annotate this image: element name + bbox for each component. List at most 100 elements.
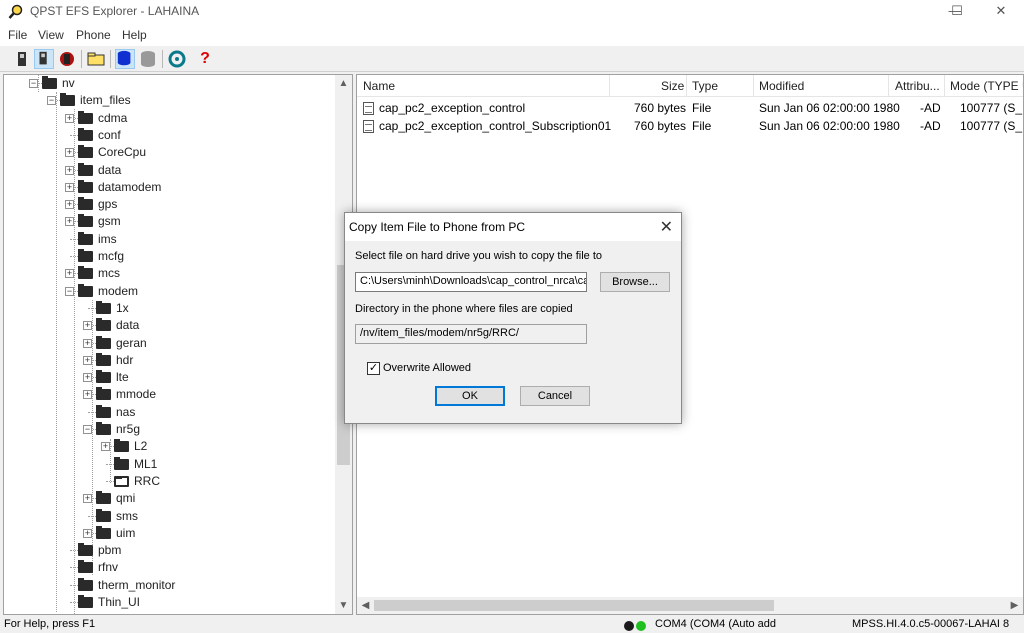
expand-icon[interactable]: + xyxy=(65,217,74,227)
tree-item-mmode[interactable]: + mmode xyxy=(4,386,334,403)
tree-item-item_files[interactable]: − item_files xyxy=(4,92,334,109)
tree-item-data[interactable]: + data xyxy=(4,162,334,179)
tree-item-datamodem[interactable]: + datamodem xyxy=(4,179,334,196)
help-icon[interactable]: ? xyxy=(195,49,215,69)
tree-item-lte[interactable]: + lte xyxy=(4,369,334,386)
gear-icon[interactable] xyxy=(167,49,187,69)
tree-item-gsm[interactable]: + gsm xyxy=(4,213,334,230)
list-header: Name Size Type Modified Attribu... Mode … xyxy=(357,75,1023,97)
database-blue-icon[interactable] xyxy=(115,49,135,69)
scroll-down-icon[interactable]: ▼ xyxy=(335,597,352,614)
tree-item-data[interactable]: + data xyxy=(4,317,334,334)
column-size[interactable]: Size xyxy=(661,79,684,93)
tree-item-geran[interactable]: + geran xyxy=(4,335,334,352)
tree-item-rfnv[interactable]: rfnv xyxy=(4,559,334,576)
dialog-title-bar: Copy Item File to Phone from PC ✕ xyxy=(345,213,681,241)
column-attributes[interactable]: Attribu... xyxy=(895,79,940,93)
tree-item-thin_ui[interactable]: Thin_UI xyxy=(4,594,334,611)
folder-icon xyxy=(96,335,111,349)
menu-view[interactable]: View xyxy=(38,28,64,42)
cancel-button[interactable]: Cancel xyxy=(520,386,590,406)
browse-button[interactable]: Browse... xyxy=(600,272,670,292)
expand-icon[interactable]: + xyxy=(83,321,92,331)
column-type[interactable]: Type xyxy=(692,79,718,93)
phone-icon[interactable] xyxy=(12,49,32,69)
folder-icon[interactable] xyxy=(86,49,106,69)
tree-item-sms[interactable]: sms xyxy=(4,508,334,525)
tree-item-l2[interactable]: + L2 xyxy=(4,438,334,455)
tree-item-gps[interactable]: + gps xyxy=(4,196,334,213)
tree-item-nr5g[interactable]: − nr5g xyxy=(4,421,334,438)
tree-item-label: cdma xyxy=(98,110,128,125)
expand-icon[interactable]: + xyxy=(65,200,74,210)
expand-icon[interactable]: + xyxy=(83,355,92,365)
folder-icon xyxy=(78,162,93,176)
tree-item-nv[interactable]: − nv xyxy=(4,75,334,92)
menu-file[interactable]: File xyxy=(8,28,27,42)
expand-icon[interactable]: + xyxy=(101,442,110,452)
tree-item-nas[interactable]: nas xyxy=(4,404,334,421)
folder-tree[interactable]: − nv − item_files + cdma conf + CoreCpu + data + dat… xyxy=(3,74,353,615)
menu-phone[interactable]: Phone xyxy=(76,28,111,42)
expand-icon[interactable]: + xyxy=(65,165,74,175)
expand-icon[interactable]: + xyxy=(83,390,92,400)
collapse-icon[interactable]: − xyxy=(29,79,38,88)
tree-item-mcs[interactable]: + mcs xyxy=(4,265,334,282)
expand-icon[interactable]: + xyxy=(65,148,74,158)
tree-item-qmi[interactable]: + qmi xyxy=(4,490,334,507)
tree-item-pbm[interactable]: pbm xyxy=(4,542,334,559)
dialog-title: Copy Item File to Phone from PC xyxy=(349,220,526,234)
tree-item-therm_monitor[interactable]: therm_monitor xyxy=(4,577,334,594)
menu-help[interactable]: Help xyxy=(122,28,147,42)
phone-settings-icon[interactable] xyxy=(57,49,77,69)
scroll-right-icon[interactable]: ▶ xyxy=(1006,597,1023,614)
expand-icon[interactable]: + xyxy=(83,528,92,538)
tree-item-label: mcs xyxy=(98,266,120,281)
list-hscrollbar[interactable]: ◀ ▶ xyxy=(357,597,1023,614)
tree-item-corecpu[interactable]: + CoreCpu xyxy=(4,144,334,161)
file-type: File xyxy=(692,119,712,133)
tree-item-label: ML1 xyxy=(134,456,158,471)
expand-icon[interactable]: + xyxy=(83,373,92,383)
column-name[interactable]: Name xyxy=(363,79,395,93)
database-gray-icon[interactable] xyxy=(138,49,158,69)
tree-item-conf[interactable]: conf xyxy=(4,127,334,144)
scroll-thumb[interactable] xyxy=(374,600,774,611)
column-mode[interactable]: Mode (TYPE U xyxy=(950,79,1023,93)
tree-item-hdr[interactable]: + hdr xyxy=(4,352,334,369)
collapse-icon[interactable]: − xyxy=(65,286,74,296)
scroll-up-icon[interactable]: ▲ xyxy=(335,75,352,92)
tree-item-mcfg[interactable]: mcfg xyxy=(4,248,334,265)
collapse-icon[interactable]: − xyxy=(47,96,56,106)
overwrite-label[interactable]: Overwrite Allowed xyxy=(383,362,471,374)
folder-icon xyxy=(78,249,93,262)
scroll-left-icon[interactable]: ◀ xyxy=(357,597,374,614)
expand-icon[interactable]: + xyxy=(83,494,92,504)
tree-item-ims[interactable]: ims xyxy=(4,231,334,248)
phone-active-icon[interactable] xyxy=(34,49,54,69)
tree-item-ml1[interactable]: ML1 xyxy=(4,456,334,473)
tree-item-cdma[interactable]: + cdma xyxy=(4,110,334,127)
table-row[interactable]: cap_pc2_exception_control 760 bytes File… xyxy=(357,99,1023,117)
maximize-button[interactable]: ☐ xyxy=(934,0,980,24)
tree-item-1x[interactable]: 1x xyxy=(4,300,334,317)
tree-item-rrc[interactable]: RRC xyxy=(4,473,334,490)
expand-icon[interactable]: + xyxy=(65,113,74,123)
tree-item-uim[interactable]: + uim xyxy=(4,525,334,542)
tree-item-label: sms xyxy=(116,508,138,523)
expand-icon[interactable]: + xyxy=(65,269,74,279)
close-button[interactable]: ✕ xyxy=(978,0,1024,24)
tree-item-label: ims xyxy=(98,231,117,246)
tree-item-modem[interactable]: − modem xyxy=(4,283,334,300)
collapse-icon[interactable]: − xyxy=(83,425,92,434)
source-path-input[interactable]: C:\Users\minh\Downloads\cap_control_nrca… xyxy=(355,272,587,292)
column-modified[interactable]: Modified xyxy=(759,79,804,93)
expand-icon[interactable]: + xyxy=(83,338,92,348)
close-icon[interactable]: ✕ xyxy=(660,217,673,237)
table-row[interactable]: cap_pc2_exception_control_Subscription01… xyxy=(357,117,1023,135)
expand-icon[interactable]: + xyxy=(65,182,74,192)
ok-button[interactable]: OK xyxy=(435,386,505,406)
overwrite-checkbox[interactable]: ✓ xyxy=(367,362,380,375)
title-bar: QPST EFS Explorer - LAHAINA — ☐ ✕ xyxy=(0,0,1024,24)
magnifier-icon xyxy=(8,4,23,19)
